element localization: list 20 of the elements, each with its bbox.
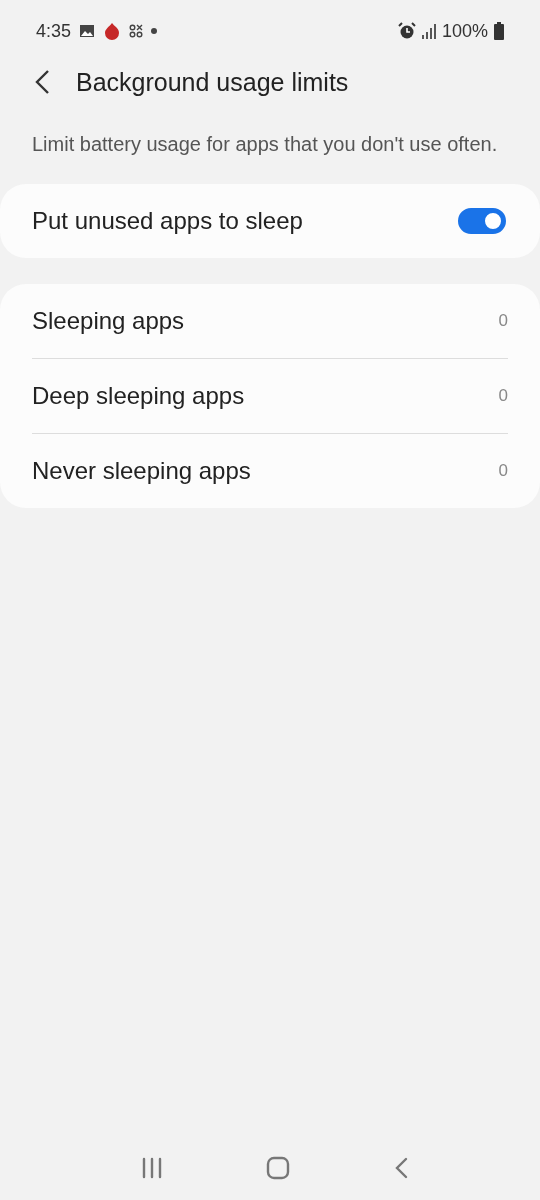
item-count: 0 [498, 311, 508, 331]
page-title: Background usage limits [76, 67, 349, 97]
setting-label: Put unused apps to sleep [32, 207, 303, 235]
image-icon [79, 24, 96, 38]
status-time: 4:35 [36, 20, 72, 42]
item-count: 0 [498, 386, 508, 406]
list-item[interactable]: Deep sleeping apps [32, 382, 245, 410]
list-item[interactable]: Never sleeping apps [32, 457, 251, 485]
grid-icon [129, 24, 144, 38]
list-item[interactable]: Sleeping apps [32, 307, 185, 335]
battery-percent: 100% [441, 20, 488, 42]
alarm-icon [397, 22, 416, 40]
recents-icon[interactable] [141, 1157, 164, 1179]
dot-icon [151, 28, 158, 34]
home-icon[interactable] [266, 1156, 290, 1180]
item-count: 0 [498, 461, 508, 481]
toggle-switch[interactable] [458, 208, 506, 234]
battery-icon [494, 22, 504, 40]
description-text: Limit battery usage for apps that you don't use often. [31, 132, 499, 157]
signal-icon [421, 23, 436, 39]
